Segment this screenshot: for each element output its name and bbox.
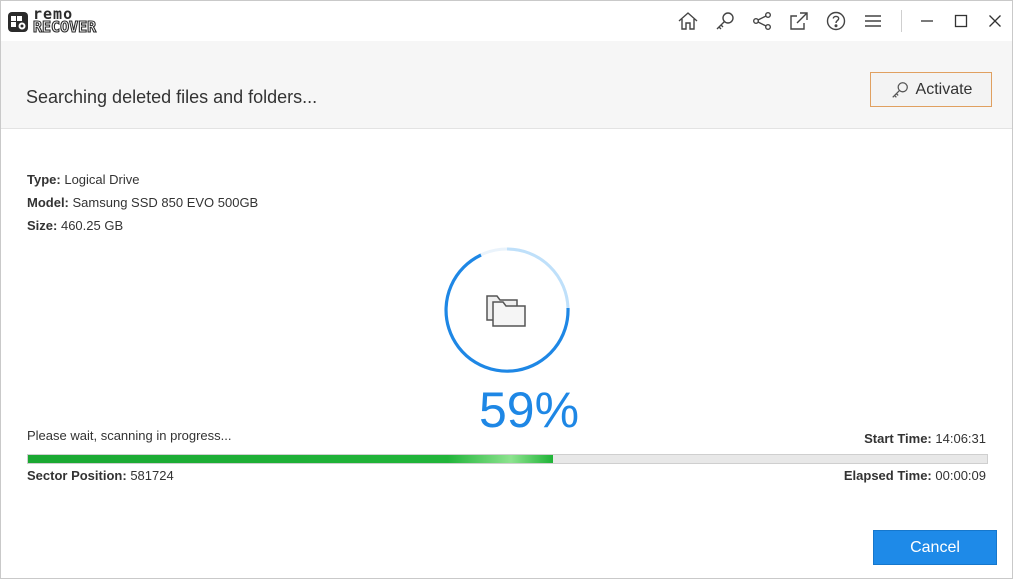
activate-button[interactable]: Activate [870, 72, 992, 107]
sector-value: 581724 [130, 468, 174, 483]
share-icon[interactable] [743, 1, 780, 41]
close-icon[interactable] [978, 1, 1012, 41]
drive-size-value: 460.25 GB [60, 218, 124, 233]
drive-size-label: Size: [27, 218, 58, 233]
drive-type-value: Logical Drive [64, 172, 140, 187]
help-icon[interactable] [817, 1, 854, 41]
page-title: Searching deleted files and folders... [26, 87, 318, 107]
drive-model-row: Model: Samsung SSD 850 EVO 500GB [27, 194, 258, 217]
title-bar: remo RECOVER [1, 1, 1012, 41]
scan-status-text: Please wait, scanning in progress... [27, 428, 232, 443]
scan-progress-fill [28, 455, 553, 463]
maximize-icon[interactable] [944, 1, 978, 41]
scan-progress-bar [27, 454, 988, 464]
header-band: Searching deleted files and folders... A… [1, 41, 1012, 129]
activate-label: Activate [915, 80, 973, 98]
scan-progress-ring [444, 247, 570, 373]
menu-icon[interactable] [854, 1, 891, 41]
elapsed-value: 00:00:09 [935, 468, 986, 483]
drive-info: Type: Logical Drive Model: Samsung SSD 8… [27, 171, 258, 240]
home-icon[interactable] [669, 1, 706, 41]
folder-icon [486, 295, 526, 327]
drive-model-label: Model: [27, 195, 69, 210]
scan-percent: 59% [479, 382, 580, 438]
app-window: remo RECOVER Searching deleted files and… [0, 0, 1013, 579]
start-time-label: Start Time: [864, 431, 932, 446]
logo-text-bottom: RECOVER [32, 18, 97, 36]
export-icon[interactable] [780, 1, 817, 41]
drive-type-row: Type: Logical Drive [27, 171, 258, 194]
remo-logo-icon [8, 12, 28, 32]
toolbar-separator [901, 10, 902, 32]
sector-label: Sector Position: [27, 468, 127, 483]
app-logo: remo RECOVER [7, 7, 97, 36]
drive-size-row: Size: 460.25 GB [27, 217, 258, 240]
cancel-button[interactable]: Cancel [873, 530, 997, 565]
toolbar [669, 1, 1012, 41]
key-icon [891, 81, 908, 98]
elapsed-label: Elapsed Time: [843, 468, 932, 483]
start-time-value: 14:06:31 [935, 431, 986, 446]
drive-type-label: Type: [27, 172, 61, 187]
sector-position: Sector Position: 581724 [27, 468, 174, 483]
minimize-icon[interactable] [910, 1, 944, 41]
start-time: Start Time: 14:06:31 [864, 431, 986, 446]
key-icon[interactable] [706, 1, 743, 41]
drive-model-value: Samsung SSD 850 EVO 500GB [72, 195, 259, 210]
elapsed-time: Elapsed Time: 00:00:09 [844, 468, 986, 483]
